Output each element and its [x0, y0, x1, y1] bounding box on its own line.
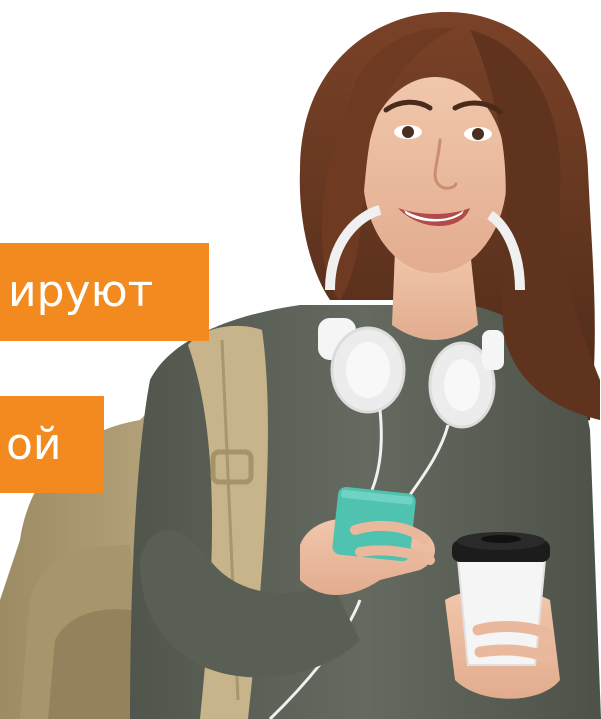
student-photo	[0, 11, 601, 719]
promo-banner-line-1-text: ируют	[8, 266, 154, 317]
hero-scene: ируют ой	[0, 0, 601, 719]
promo-banner-line-2: ой	[0, 396, 104, 493]
promo-banner-line-1: ируют	[0, 243, 209, 341]
promo-banner-line-2-text: ой	[6, 418, 62, 470]
